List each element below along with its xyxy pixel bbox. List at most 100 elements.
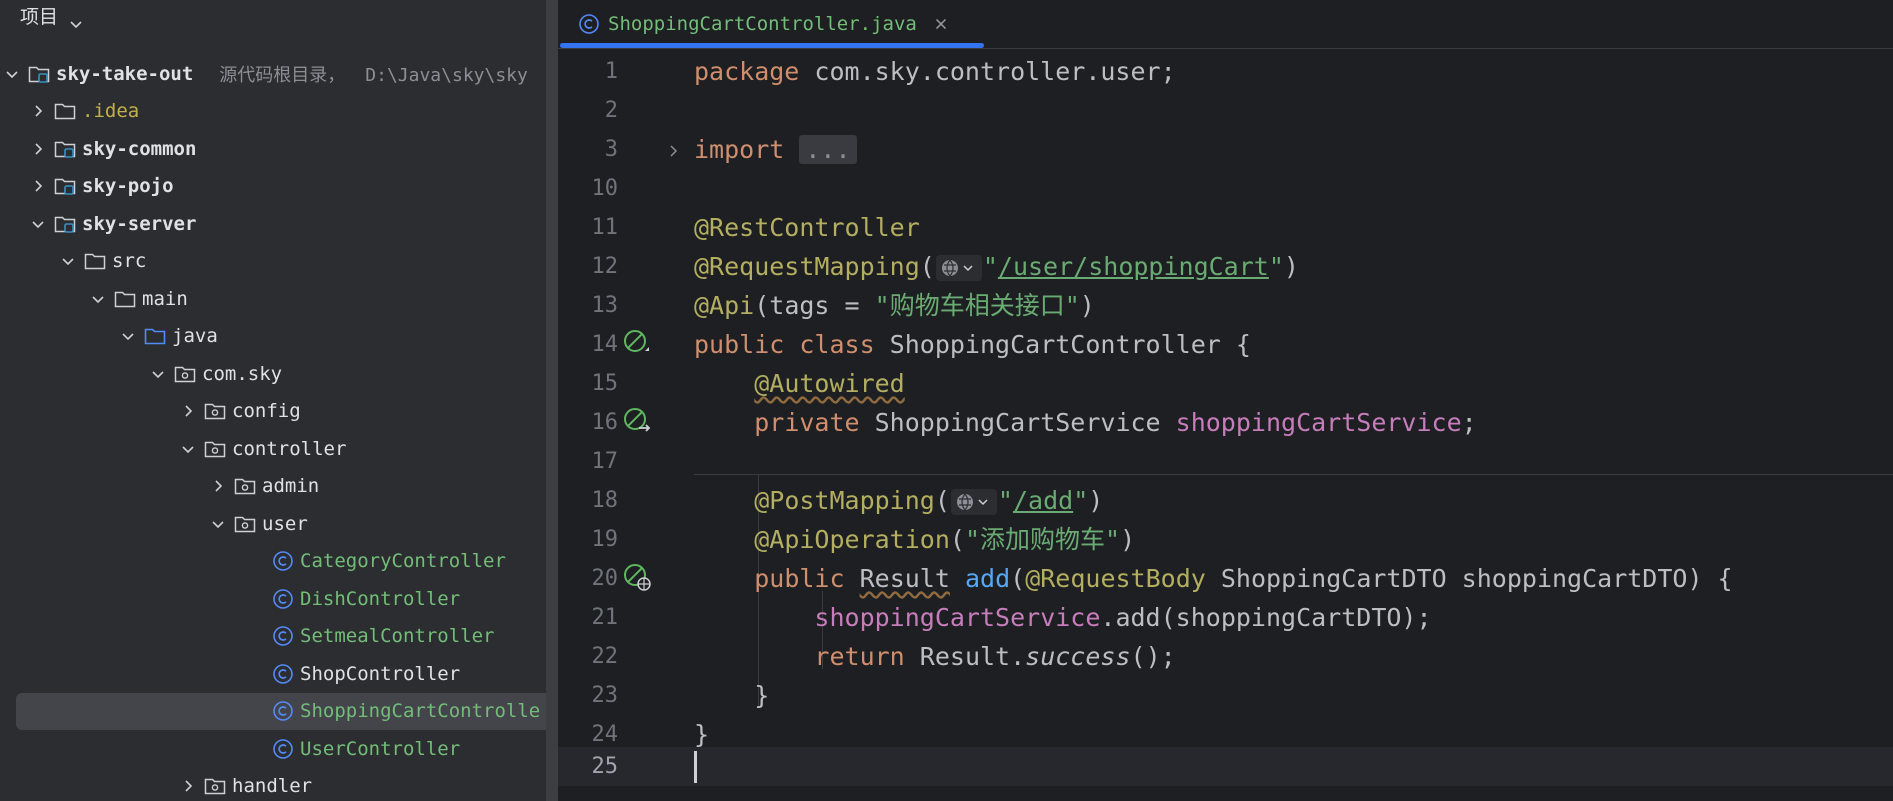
chevron-down-icon[interactable] [58, 251, 78, 271]
line-number: 21 [591, 605, 619, 630]
tree-item-sky-pojo[interactable]: sky-pojo [0, 168, 558, 206]
tree-item-category-controller[interactable]: CategoryController [0, 543, 558, 581]
tree-item-label: ShopController [300, 662, 461, 685]
tree-item-sky-take-out[interactable]: sky-take-out 源代码根目录， D:\Java\sky\sky [0, 55, 558, 93]
chevron-down-icon[interactable] [2, 64, 22, 84]
line-number: 14 [591, 332, 619, 357]
text-caret [694, 751, 697, 783]
module-folder-icon [54, 176, 76, 196]
tree-item-label: controller [232, 437, 347, 460]
spring-endpoint-icon[interactable] [622, 562, 652, 592]
tree-item-idea[interactable]: .idea [0, 93, 558, 131]
class-icon [272, 701, 294, 722]
line-number: 10 [591, 176, 619, 201]
spring-autowired-icon[interactable] [622, 406, 652, 436]
chevron-right-icon[interactable] [28, 101, 48, 121]
tree-item-shop-controller[interactable]: ShopController [0, 655, 558, 693]
code-line-15: @Autowired [754, 369, 905, 398]
class-icon [272, 738, 294, 759]
chevron-right-icon[interactable] [28, 176, 48, 196]
active-tab-indicator [560, 43, 984, 48]
chevron-right-icon[interactable] [178, 776, 198, 796]
tree-item-user-controller[interactable]: UserController [0, 730, 558, 768]
chevron-right-icon[interactable] [178, 401, 198, 421]
tree-item-label: com.sky [202, 362, 283, 385]
tree-item-user[interactable]: user [0, 505, 558, 543]
code-line-22: return Result.success(); [814, 642, 1176, 671]
tree-item-handler[interactable]: handler [0, 768, 558, 801]
globe-icon[interactable] [935, 255, 982, 281]
panel-splitter[interactable] [546, 0, 558, 801]
tree-item-main[interactable]: main [0, 280, 558, 318]
root-hint: 源代码根目录， D:\Java\sky\sky [219, 64, 528, 86]
tree-item-controller[interactable]: controller [0, 430, 558, 468]
project-panel-title: 项目 [20, 6, 59, 28]
tree-item-label: .idea [82, 100, 140, 123]
code-line-11: @RestController [694, 213, 920, 242]
code-line-19: @ApiOperation("添加购物车") [754, 525, 1136, 554]
tree-item-label: src [112, 250, 147, 273]
chevron-down-icon[interactable] [178, 439, 198, 459]
tree-item-shopping-cart-controller[interactable]: ShoppingCartControlle [16, 692, 554, 730]
tree-item-com-sky[interactable]: com.sky [0, 355, 558, 393]
tree-item-label: sky-server [82, 212, 197, 235]
module-folder-icon [28, 64, 50, 84]
tree-item-label: SetmealController [300, 625, 495, 648]
tree-item-label: sky-take-out [56, 62, 194, 85]
line-number: 13 [591, 293, 619, 318]
package-icon [204, 776, 226, 796]
code-line-16: private ShoppingCartService shoppingCart… [754, 408, 1477, 437]
tree-item-dish-controller[interactable]: DishController [0, 580, 558, 618]
chevron-right-icon[interactable] [28, 139, 48, 159]
spring-bean-icon[interactable] [622, 328, 652, 358]
line-number: 19 [591, 527, 619, 552]
tree-item-config[interactable]: config [0, 393, 558, 431]
url-link[interactable]: /user/shoppingCart [998, 252, 1269, 281]
tab-shopping-cart-controller[interactable]: ShoppingCartController.java [558, 0, 984, 48]
chevron-right-icon[interactable] [208, 476, 228, 496]
code-line-18: @PostMapping("/add") [754, 486, 1104, 515]
code-line-3: import ... [694, 130, 857, 169]
folder-icon [84, 251, 106, 271]
tree-item-sky-server[interactable]: sky-server [0, 205, 558, 243]
code-line-1: package com.sky.controller.user; [694, 57, 1176, 86]
line-number: 22 [591, 644, 619, 669]
tree-item-sky-common[interactable]: sky-common [0, 130, 558, 168]
line-number: 16 [591, 410, 619, 435]
line-number: 18 [591, 488, 619, 513]
project-panel: 项目 sky-take-out 源代码根目录， D:\Java\sky\sky .… [0, 0, 558, 801]
tab-title: ShoppingCartController.java [608, 13, 917, 35]
url-link[interactable]: /add [1013, 486, 1073, 515]
tree-item-java[interactable]: java [0, 318, 558, 356]
chevron-down-icon[interactable] [148, 364, 168, 384]
tree-item-label: handler [232, 775, 313, 798]
class-icon [272, 626, 294, 647]
chevron-down-icon[interactable] [88, 289, 108, 309]
globe-icon[interactable] [950, 489, 997, 515]
project-tree: sky-take-out 源代码根目录， D:\Java\sky\sky .ide… [0, 55, 558, 801]
code-line-14: public class ShoppingCartController { [694, 330, 1251, 359]
tree-item-label: config [232, 400, 301, 423]
tree-item-src[interactable]: src [0, 243, 558, 281]
folder-icon [114, 289, 136, 309]
chevron-down-icon[interactable] [208, 514, 228, 534]
project-panel-header[interactable]: 项目 [20, 0, 84, 34]
tree-item-label: main [142, 287, 188, 310]
module-folder-icon [54, 214, 76, 234]
chevron-right-icon[interactable] [666, 143, 680, 157]
folded-imports[interactable]: ... [799, 135, 857, 164]
close-icon[interactable] [933, 16, 949, 32]
code-line-21: shoppingCartService.add(shoppingCartDTO)… [814, 603, 1432, 632]
code-line-12: @RequestMapping("/user/shoppingCart") [694, 252, 1299, 281]
tree-item-label: UserController [300, 737, 461, 760]
chevron-down-icon[interactable] [68, 9, 84, 29]
package-icon [174, 364, 196, 384]
line-number: 20 [591, 566, 619, 591]
class-icon [578, 13, 600, 35]
chevron-down-icon[interactable] [118, 326, 138, 346]
code-editor[interactable]: ShoppingCartController.java 1 2 3 10 11 … [558, 0, 1893, 801]
chevron-down-icon[interactable] [28, 214, 48, 234]
tree-item-setmeal-controller[interactable]: SetmealController [0, 618, 558, 656]
tree-item-label: admin [262, 475, 320, 498]
tree-item-admin[interactable]: admin [0, 468, 558, 506]
